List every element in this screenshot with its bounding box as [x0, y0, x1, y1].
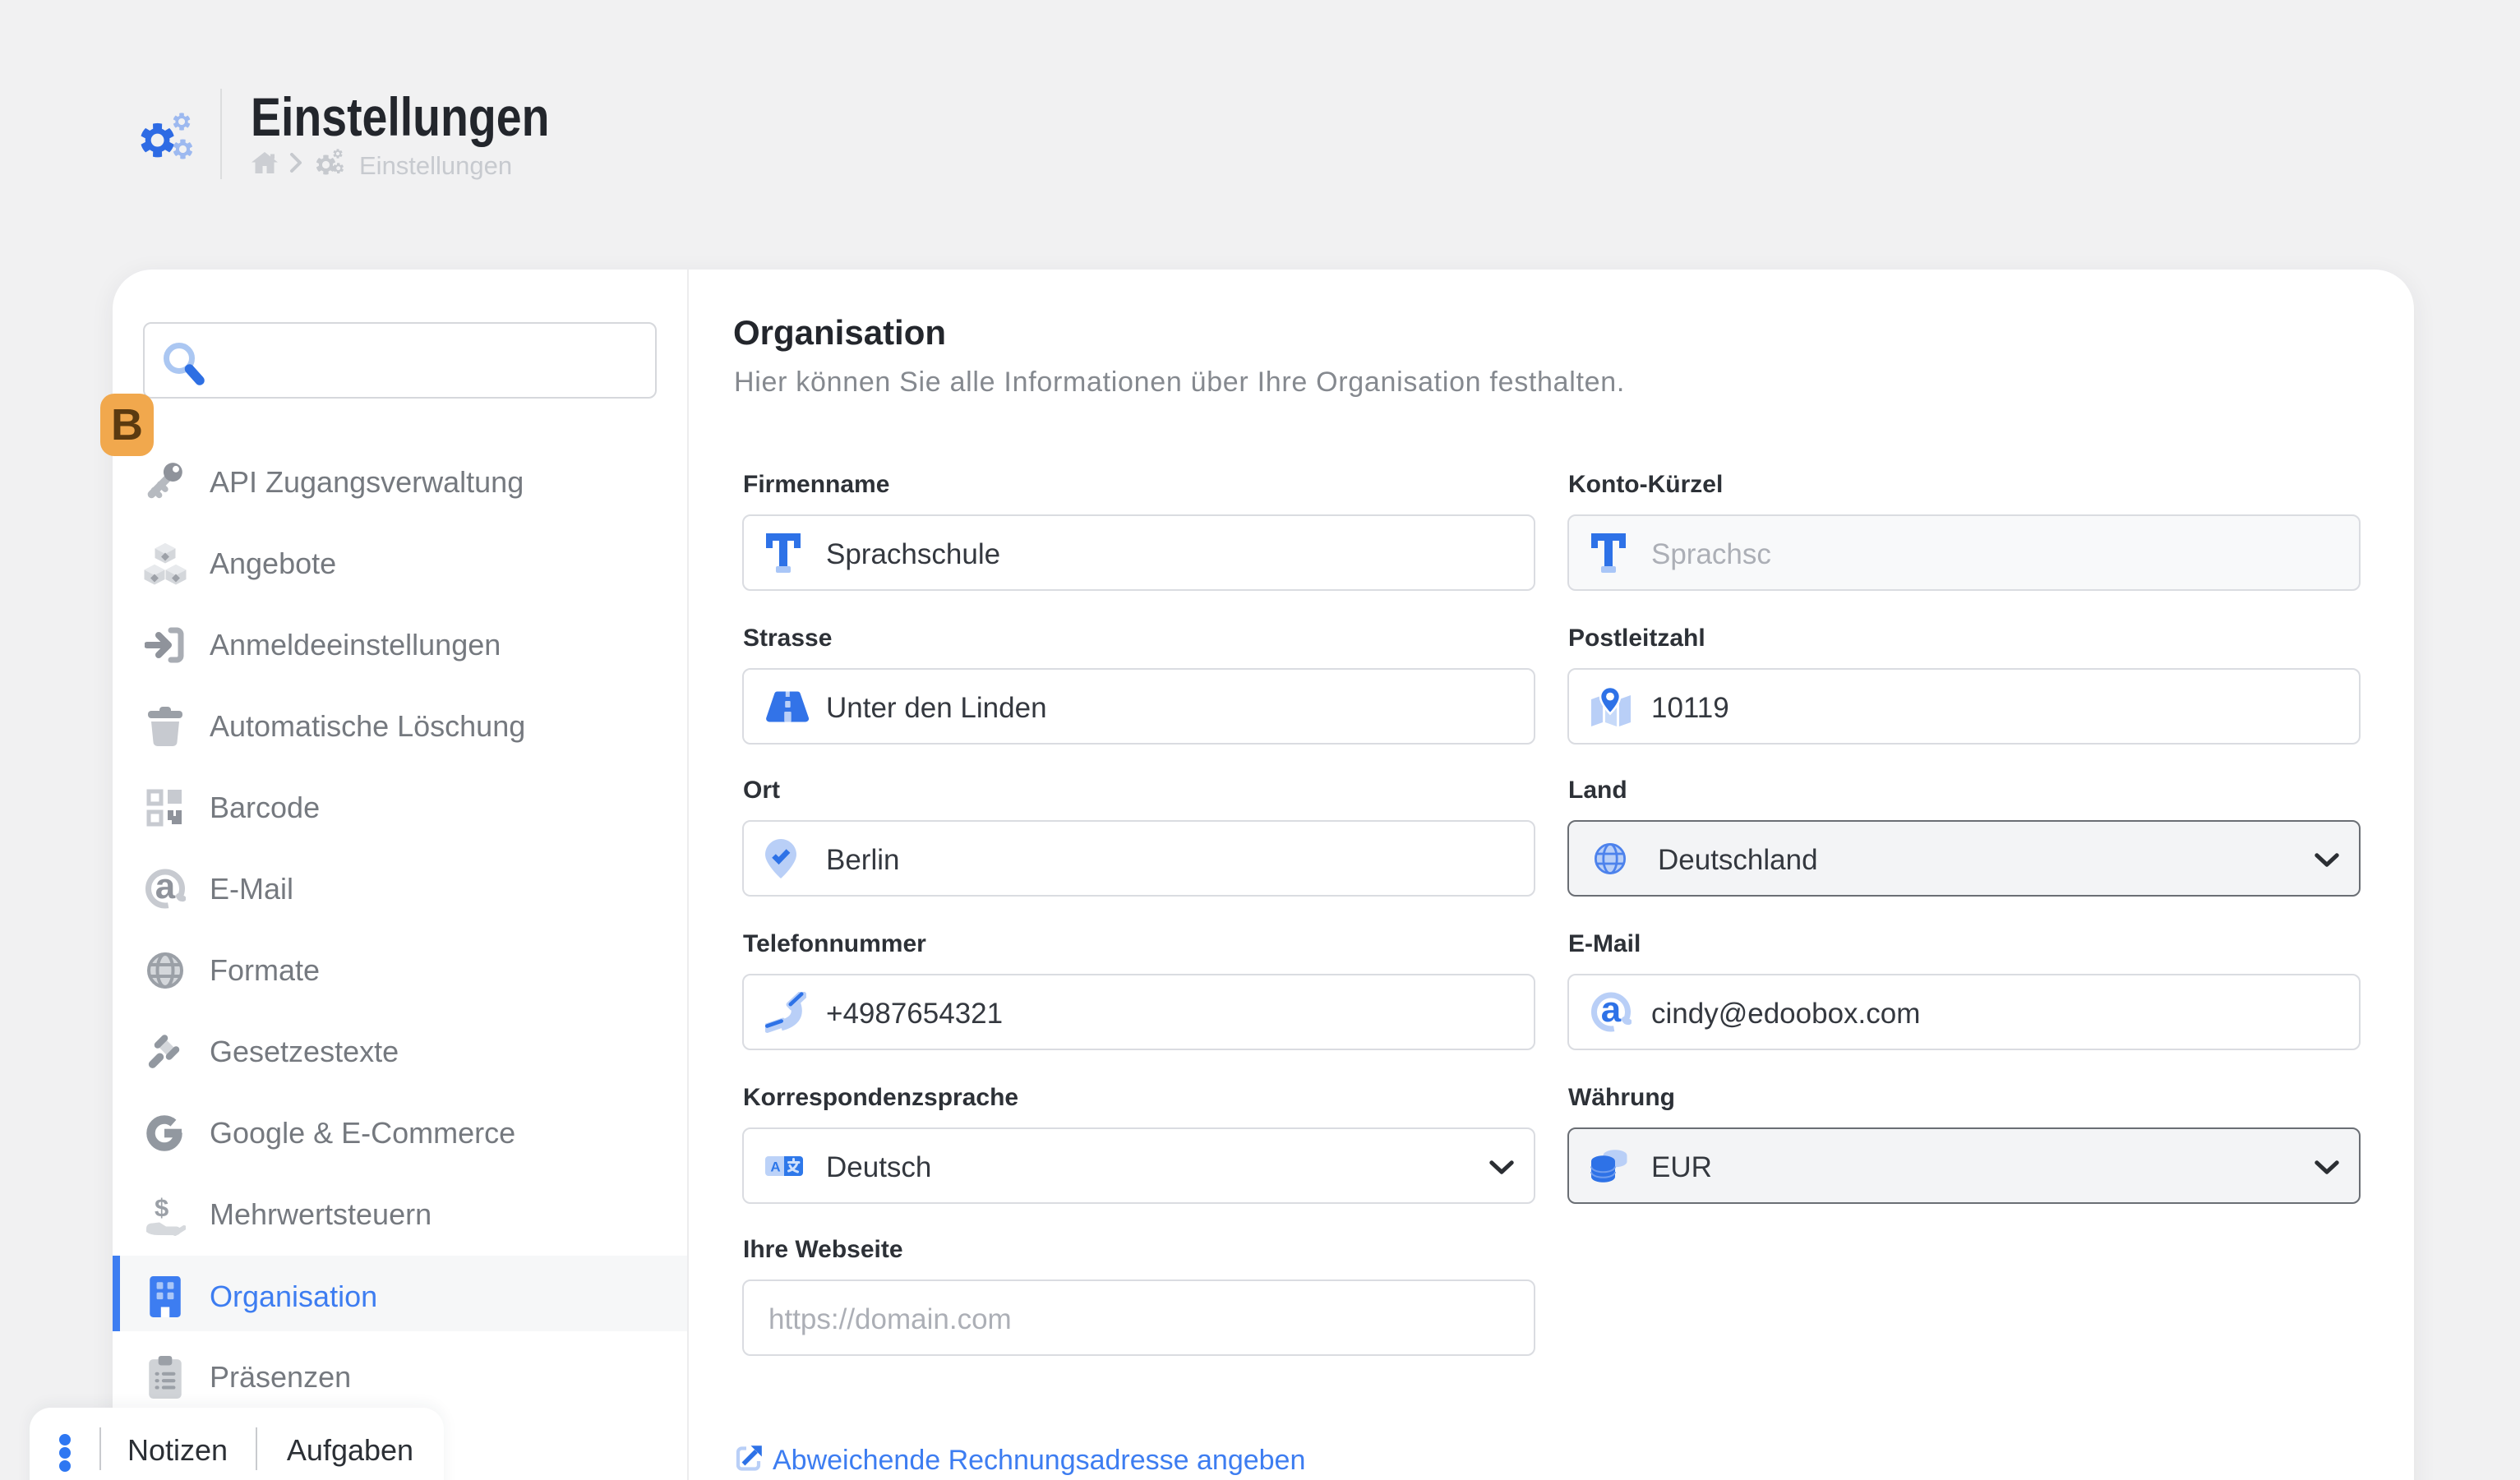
svg-text:a: a — [155, 869, 176, 906]
svg-text:a: a — [1601, 992, 1622, 1030]
svg-text:A: A — [770, 1159, 780, 1174]
svg-text:$: $ — [155, 1193, 168, 1222]
